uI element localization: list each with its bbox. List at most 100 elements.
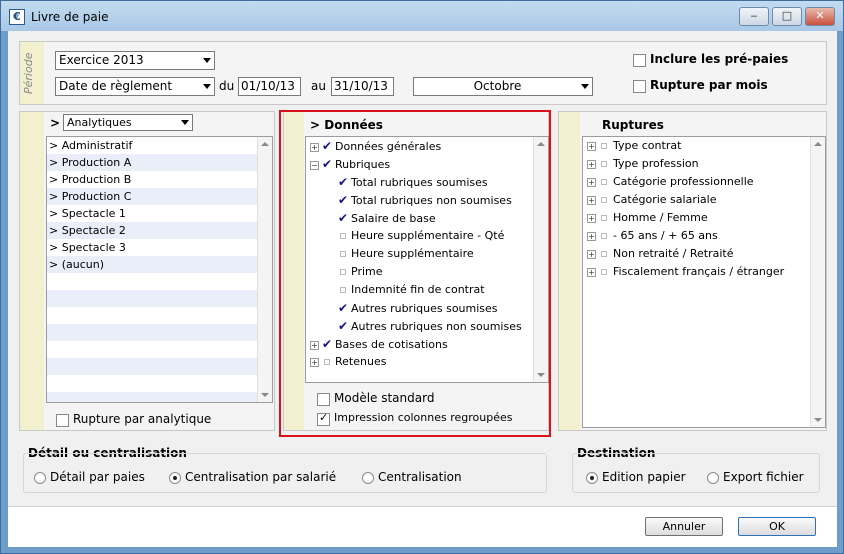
list-item[interactable]: > Administratif [47,137,272,154]
detail-par-paies-radio[interactable] [34,472,46,484]
tree-item[interactable]: + Catégorie professionnelle [583,173,825,191]
date-to-input[interactable]: 31/10/13 [331,77,394,96]
maximize-button[interactable]: □ [772,7,802,26]
chevron-down-icon [581,84,589,89]
list-item[interactable]: > Production C [47,188,272,205]
ruptures-scrollbar[interactable] [810,137,825,427]
panel-sidebar [20,112,44,430]
expand-icon[interactable]: + [587,213,596,223]
rupture-analytique-checkbox[interactable] [56,414,69,427]
list-item[interactable]: > Spectacle 1 [47,205,272,222]
export-fichier-label: Export fichier [723,470,804,484]
title-bar[interactable]: € Livre de paie ‒ □ ✕ [1,1,843,31]
unchecked-icon[interactable] [601,197,607,203]
edition-papier-radio[interactable] [586,472,598,484]
tree-item[interactable]: + Non retraité / Retraité [583,245,825,263]
exercice-value: Exercice 2013 [59,53,144,67]
analytique-value: Analytiques [67,116,132,129]
unchecked-icon[interactable] [601,215,607,221]
list-item[interactable] [47,290,272,307]
detail-par-paies-label: Détail par paies [50,470,145,484]
inclure-prepaies-checkbox[interactable] [633,54,646,67]
expand-icon[interactable]: + [587,267,596,277]
ok-button[interactable]: OK [738,517,816,536]
expand-icon[interactable]: + [587,159,596,169]
expand-icon[interactable]: + [587,177,596,187]
exercice-select[interactable]: Exercice 2013 [55,51,215,70]
list-item[interactable]: > Production B [47,171,272,188]
tree-item-label: Homme / Femme [613,211,708,224]
tree-item-label: Type contrat [613,139,682,152]
unchecked-icon[interactable] [601,179,607,185]
unchecked-icon[interactable] [601,269,607,275]
list-item[interactable]: > Production A [47,154,272,171]
tree-item-label: Type profession [613,157,699,170]
list-item[interactable] [47,341,272,358]
unchecked-icon[interactable] [601,251,607,257]
mois-value: Octobre [473,79,522,93]
rupture-mois-checkbox[interactable] [633,80,646,93]
rupture-mois-label: Rupture par mois [650,78,768,92]
minimize-button[interactable]: ‒ [739,7,769,26]
expand-icon[interactable]: + [587,231,596,241]
date-type-value: Date de règlement [59,79,173,93]
list-item-label: > Production A [49,156,132,169]
date-type-select[interactable]: Date de règlement [55,77,215,96]
list-item[interactable] [47,375,272,392]
analytique-arrow: > [50,116,61,130]
analytique-rows: > Administratif > Production A > Productio… [47,137,272,402]
scroll-down-icon[interactable] [261,393,269,397]
scroll-down-icon[interactable] [814,418,822,422]
scroll-up-icon[interactable] [261,142,269,146]
list-item-label: > Spectacle 1 [49,207,126,220]
periode-label: Période [22,52,35,94]
highlight-frame [279,110,551,437]
list-item[interactable]: > (aucun) [47,256,272,273]
app-icon: € [9,9,25,25]
analytique-select[interactable]: Analytiques [63,114,193,131]
expand-icon[interactable]: + [587,195,596,205]
annuler-button[interactable]: Annuler [645,517,723,536]
tree-item[interactable]: + Type profession [583,155,825,173]
centralisation-radio[interactable] [362,472,374,484]
list-item-label: > Production B [49,173,132,186]
tree-item-label: Non retraité / Retraité [613,247,734,260]
edition-papier-label: Edition papier [602,470,686,484]
mois-select[interactable]: Octobre [413,77,593,96]
list-item[interactable]: > Spectacle 2 [47,222,272,239]
list-item[interactable] [47,307,272,324]
ruptures-tree[interactable]: + Type contrat + Type profession + Catégorie … [582,136,826,428]
ruptures-rows: + Type contrat + Type profession + Catégorie … [583,137,825,281]
list-item[interactable] [47,324,272,341]
export-fichier-radio[interactable] [707,472,719,484]
tree-item-label: Catégorie professionnelle [613,175,754,188]
analytique-list[interactable]: > Administratif > Production A > Productio… [46,136,273,403]
unchecked-icon[interactable] [601,143,607,149]
scroll-up-icon[interactable] [814,142,822,146]
close-button[interactable]: ✕ [805,7,835,26]
tree-item[interactable]: + Type contrat [583,137,825,155]
list-item-label: > Spectacle 3 [49,241,126,254]
list-item[interactable]: > Spectacle 3 [47,239,272,256]
au-label: au [311,79,326,93]
window-title: Livre de paie [31,10,109,24]
tree-item[interactable]: + Fiscalement français / étranger [583,263,825,281]
expand-icon[interactable]: + [587,141,596,151]
ruptures-header: Ruptures [602,118,664,132]
unchecked-icon[interactable] [601,161,607,167]
expand-icon[interactable]: + [587,249,596,259]
unchecked-icon[interactable] [601,233,607,239]
list-item[interactable] [47,358,272,375]
centralisation-salarie-radio[interactable] [169,472,181,484]
list-item[interactable] [47,392,272,402]
chevron-down-icon [181,120,189,125]
tree-item[interactable]: + Catégorie salariale [583,191,825,209]
analytique-scrollbar[interactable] [257,137,272,402]
list-item[interactable] [47,273,272,290]
tree-item[interactable]: + Homme / Femme [583,209,825,227]
list-item-label: > Administratif [49,139,133,152]
date-from-input[interactable]: 01/10/13 [238,77,301,96]
du-label: du [219,79,235,93]
tree-item[interactable]: + - 65 ans / + 65 ans [583,227,825,245]
list-item-label: > Production C [49,190,132,203]
